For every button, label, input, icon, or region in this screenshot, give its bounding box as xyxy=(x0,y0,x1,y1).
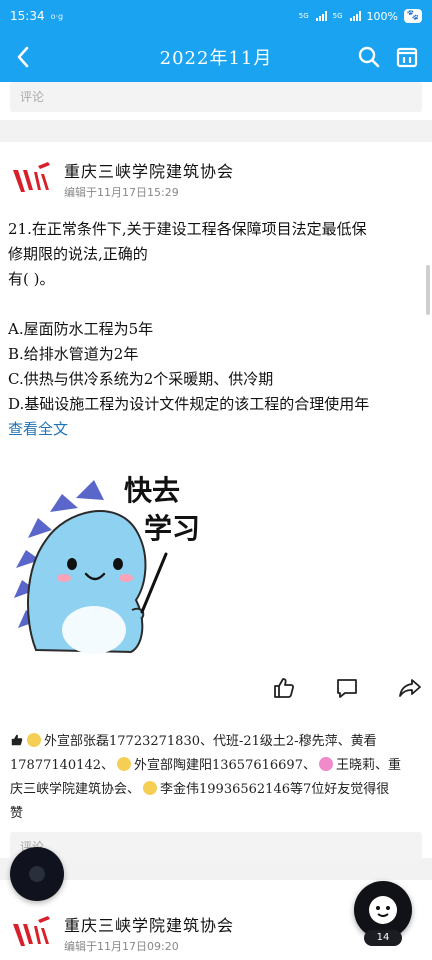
post-header: 重庆三峡学院建筑协会 编辑于11月17日15:29 xyxy=(10,156,234,200)
thumbs-up-icon xyxy=(274,678,294,698)
post-line xyxy=(8,292,424,317)
post-header: 重庆三峡学院建筑协会 编辑于11月17日09:20 xyxy=(10,910,234,954)
association-logo[interactable] xyxy=(10,910,52,952)
battery-label: 100% xyxy=(366,9,398,23)
association-logo[interactable] xyxy=(10,156,52,198)
like-names[interactable]: 外宣部张磊17723271830、代班-21级土2-穆先萍、黄看 xyxy=(44,734,377,749)
signal-icon xyxy=(315,11,327,21)
badge-icon xyxy=(27,733,41,747)
search-icon xyxy=(358,46,380,68)
status-extra: o·g xyxy=(50,11,64,21)
comment-icon xyxy=(337,679,357,698)
calendar-icon xyxy=(396,47,418,68)
dinosaur-sticker[interactable]: 快去 学习 xyxy=(6,460,226,660)
like-names[interactable]: 李金伟19936562146等7位好友觉得很 xyxy=(160,782,389,797)
post-line: C.供热与供冷系统为2个采暖期、供冷期 xyxy=(8,370,274,388)
post-line: A.屋面防水工程为5年 xyxy=(8,320,154,338)
comment-input[interactable]: 评论 xyxy=(10,82,422,112)
post-author[interactable]: 重庆三峡学院建筑协会 xyxy=(64,912,234,936)
badge-icon xyxy=(143,781,158,795)
like-button[interactable] xyxy=(268,672,300,704)
post-line: 有( )。 xyxy=(8,270,55,288)
post-body: 21.在正常条件下,关于建设工程各保障项目法定最低保 修期限的说法,正确的 有(… xyxy=(8,217,424,442)
thumbs-up-small-icon xyxy=(11,734,23,746)
comment-button[interactable] xyxy=(331,672,363,704)
signal-label-2: 5G xyxy=(332,12,343,20)
post-card: 重庆三峡学院建筑协会 编辑于11月17日15:29 21.在正常条件下,关于建设… xyxy=(0,142,432,862)
search-button[interactable] xyxy=(354,42,384,72)
post-line: 修期限的说法,正确的 xyxy=(8,245,148,263)
avatar-icon xyxy=(29,866,45,882)
comment-input[interactable]: 评论 xyxy=(10,832,422,862)
status-bar: 15:34 o·g 5G 5G 100% 🐾 xyxy=(0,0,432,32)
post-author[interactable]: 重庆三峡学院建筑协会 xyxy=(64,158,234,182)
chevron-left-icon xyxy=(17,46,29,68)
share-icon xyxy=(399,679,421,697)
status-time: 15:34 xyxy=(10,9,45,23)
badge-icon xyxy=(318,757,333,771)
badge-icon xyxy=(116,757,131,771)
like-names[interactable]: 外宣部陶建阳13657616697、 xyxy=(134,758,316,773)
signal-icon-2 xyxy=(349,11,361,21)
floating-avatar[interactable] xyxy=(10,847,64,901)
read-more-link[interactable]: 查看全文 xyxy=(8,417,424,442)
calendar-button[interactable] xyxy=(392,42,422,72)
assistant-badge: 14 xyxy=(364,930,402,946)
like-names[interactable]: 17877140142、 xyxy=(10,758,114,773)
paw-icon: 🐾 xyxy=(404,9,422,23)
assistant-icon xyxy=(369,896,397,924)
prev-post-card: 评论 xyxy=(0,82,432,120)
like-names[interactable]: 庆三峡学院建筑协会、 xyxy=(10,782,140,797)
post-time: 编辑于11月17日09:20 xyxy=(64,940,179,953)
signal-label-1: 5G xyxy=(298,12,309,20)
share-button[interactable] xyxy=(394,672,426,704)
post-line: B.给排水管道为2年 xyxy=(8,345,139,363)
scrollbar[interactable] xyxy=(426,265,430,315)
post-actions xyxy=(0,668,432,708)
post-time: 编辑于11月17日15:29 xyxy=(64,186,179,199)
like-names[interactable]: 赞 xyxy=(10,806,23,821)
post-line: D.基础设施工程为设计文件规定的该工程的合理使用年 xyxy=(8,395,370,413)
app-header: 2022年11月 xyxy=(0,32,432,82)
post-line: 21.在正常条件下,关于建设工程各保障项目法定最低保 xyxy=(8,220,367,238)
like-names[interactable]: 王晓莉、重 xyxy=(336,758,401,773)
back-button[interactable] xyxy=(6,40,40,74)
sticker-text-1: 快去 xyxy=(124,474,180,507)
sticker-text-2: 学习 xyxy=(144,512,200,545)
likes-list: 外宣部张磊17723271830、代班-21级土2-穆先萍、黄看 1787714… xyxy=(10,730,422,826)
